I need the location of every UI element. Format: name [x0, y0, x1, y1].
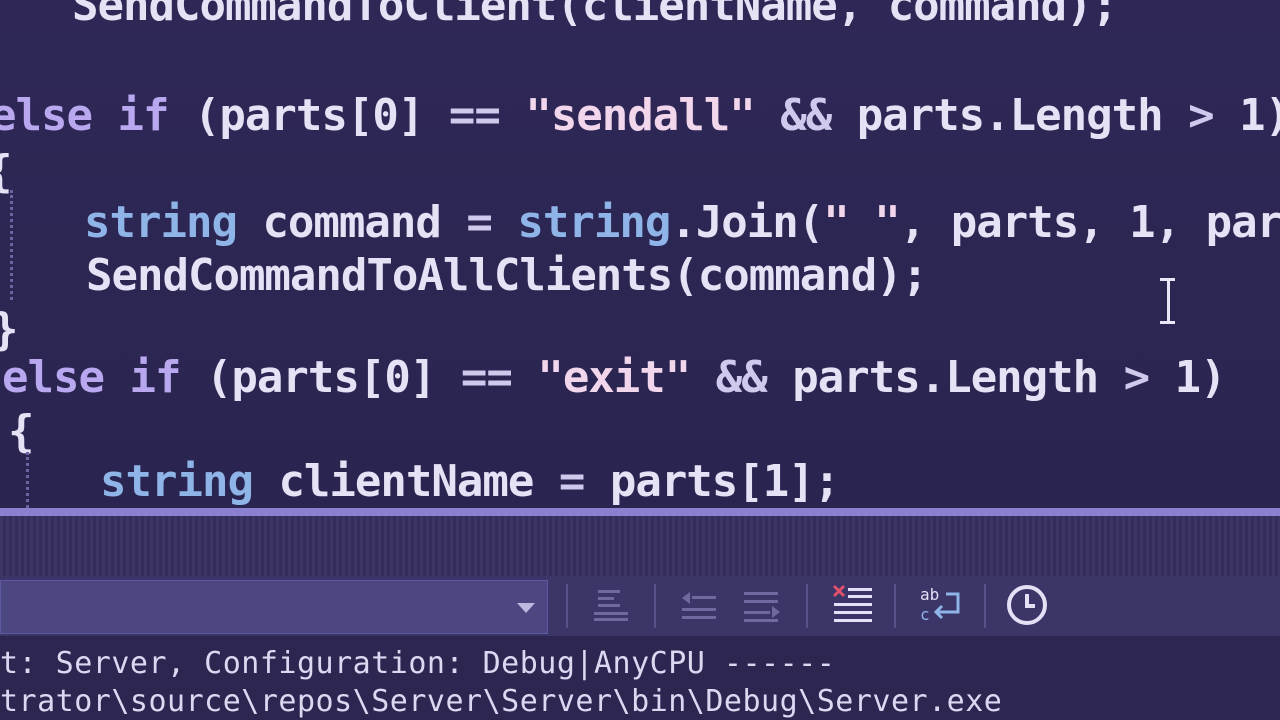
go-to-next-icon[interactable]: [738, 582, 786, 628]
code-token: .Join(: [670, 197, 824, 248]
string-token: "sendall": [525, 90, 755, 141]
code-editor[interactable]: SendCommandToClient(clientName, command)…: [0, 0, 1280, 510]
splitter-grip[interactable]: [0, 516, 1280, 576]
go-to-previous-icon[interactable]: [676, 582, 724, 628]
text-cursor-icon: [1160, 278, 1175, 324]
type-token: string: [517, 197, 671, 248]
code-token: , parts, 1, parts.Le: [899, 197, 1280, 248]
code-line[interactable]: SendCommandToClient(clientName, command)…: [72, 0, 1118, 36]
show-output-from-dropdown[interactable]: [0, 580, 548, 634]
code-token: ==: [460, 352, 513, 403]
code-token: =: [466, 197, 492, 248]
output-pane[interactable]: t: Server, Configuration: Debug|AnyCPU -…: [0, 636, 1280, 720]
code-token: 1): [1239, 90, 1280, 141]
code-token: &&: [715, 352, 768, 403]
clear-all-icon[interactable]: [830, 582, 878, 628]
output-line: trator\source\repos\Server\Server\bin\De…: [0, 684, 1003, 719]
code-line[interactable]: string command = string.Join(" ", parts,…: [84, 193, 1280, 253]
code-token: >: [1123, 352, 1150, 403]
string-token: "exit": [537, 352, 691, 403]
code-line[interactable]: SendCommandToAllClients(command);: [86, 246, 928, 306]
type-token: string: [100, 456, 254, 507]
toolbar-separator: [806, 584, 808, 628]
code-token: >: [1188, 90, 1214, 141]
keyword-token: else if: [2, 352, 181, 403]
code-token: command: [236, 197, 467, 248]
code-token: ==: [448, 90, 501, 141]
toggle-word-wrap-icon[interactable]: ab c: [916, 582, 964, 628]
code-token: {: [8, 406, 34, 457]
code-token: parts.Length: [766, 352, 1124, 403]
code-token: parts.Length: [831, 90, 1189, 141]
type-token: string: [84, 197, 238, 248]
string-token: " ": [823, 197, 900, 248]
panel-splitter[interactable]: [0, 508, 1280, 516]
code-token: 1): [1149, 352, 1227, 403]
chevron-down-icon[interactable]: [517, 603, 535, 613]
code-token: SendCommandToAllClients(command);: [86, 250, 928, 301]
code-token: (parts[0]: [168, 90, 449, 141]
code-line[interactable]: else if (parts[0] == "exit" && parts.Len…: [2, 348, 1227, 408]
toolbar-separator: [984, 584, 986, 628]
code-token: clientName: [252, 456, 559, 507]
code-line[interactable]: {: [8, 402, 34, 462]
toolbar-separator: [566, 584, 568, 628]
code-line[interactable]: else if (parts[0] == "sendall" && parts.…: [0, 86, 1280, 146]
show-timestamps-icon[interactable]: [1004, 582, 1052, 628]
code-token: parts[1];: [584, 456, 840, 507]
code-token: (parts[0]: [180, 352, 461, 403]
svg-text:c: c: [920, 605, 930, 624]
go-to-previous-message-icon[interactable]: [588, 582, 636, 628]
keyword-token: else if: [0, 90, 169, 141]
code-token: =: [558, 456, 585, 507]
svg-text:ab: ab: [920, 585, 939, 604]
indent-guide: [26, 452, 29, 508]
indent-guide: [10, 190, 13, 300]
code-token: SendCommandToClient(clientName, command)…: [72, 0, 1118, 31]
toolbar-separator: [894, 584, 896, 628]
code-line[interactable]: string clientName = parts[1];: [100, 452, 840, 510]
toolbar-separator: [654, 584, 656, 628]
output-line: t: Server, Configuration: Debug|AnyCPU -…: [0, 646, 836, 681]
code-token: &&: [780, 90, 832, 141]
